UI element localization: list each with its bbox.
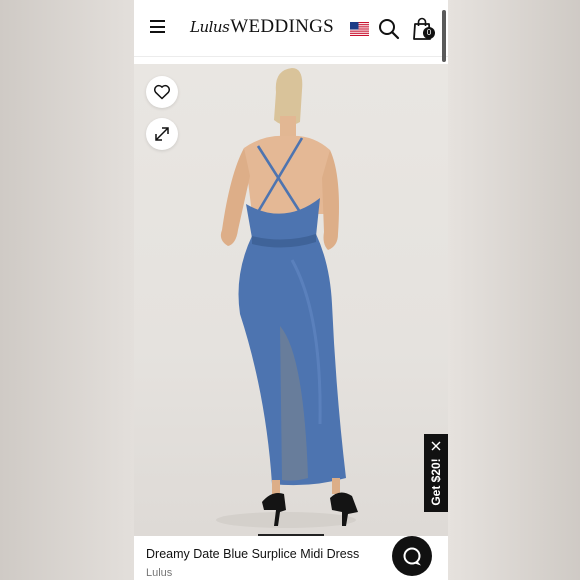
product-image[interactable] — [134, 64, 448, 536]
site-logo[interactable]: Lulus WEDDINGS — [190, 16, 334, 40]
heart-icon — [153, 84, 171, 100]
phone-screen: Lulus WEDDINGS 0 Get $20! Dreamy Date Bl… — [134, 0, 448, 580]
product-brand[interactable]: Lulus — [146, 567, 172, 579]
model-photo — [216, 68, 358, 528]
wishlist-button[interactable] — [146, 76, 178, 108]
logo-main-text: WEDDINGS — [230, 16, 334, 37]
logo-script-text: Lulus — [190, 18, 230, 36]
expand-arrows-icon — [155, 127, 169, 141]
close-icon[interactable] — [430, 440, 442, 452]
search-icon[interactable] — [378, 18, 400, 40]
promo-tab[interactable]: Get $20! — [424, 434, 448, 512]
chat-bubble-icon — [403, 547, 422, 566]
us-flag-icon[interactable] — [350, 22, 369, 36]
chat-button[interactable] — [392, 536, 432, 576]
site-header: Lulus WEDDINGS 0 — [134, 0, 448, 62]
hamburger-menu-icon[interactable] — [150, 20, 165, 33]
scrollbar[interactable] — [442, 10, 446, 62]
product-title[interactable]: Dreamy Date Blue Surplice Midi Dress — [146, 547, 359, 561]
cart-count-badge: 0 — [423, 27, 435, 39]
promo-label: Get $20! — [429, 458, 443, 506]
expand-image-button[interactable] — [146, 118, 178, 150]
